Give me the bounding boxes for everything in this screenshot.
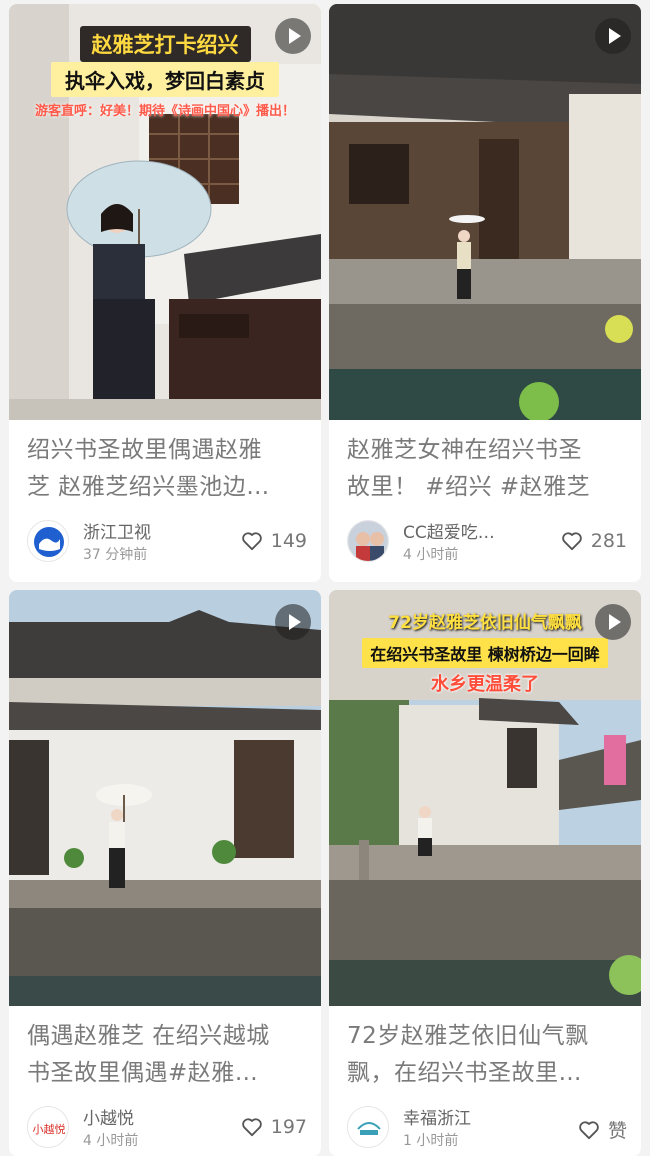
like-button[interactable]: 149 [241,530,307,552]
title-line: 偶遇赵雅芝 在绍兴越城 [27,1023,270,1049]
play-icon[interactable] [275,604,311,640]
video-thumbnail[interactable] [329,4,641,420]
card-meta: 小越悦 小越悦 4 小时前 197 [27,1102,309,1150]
author-avatar[interactable] [347,1106,389,1148]
play-icon[interactable] [595,18,631,54]
play-icon[interactable] [275,18,311,54]
heart-outline-icon [561,532,582,551]
author-avatar[interactable] [27,520,69,562]
like-count: 197 [270,1116,307,1138]
post-time: 4 小时前 [83,1133,139,1149]
like-count: 149 [270,530,307,552]
video-feed-grid: 赵雅芝打卡绍兴 执伞入戏，梦回白素贞 游客直呼：好美！期待《诗画中国心》播出！ … [0,0,650,1156]
overlay-caption-note: 水乡更温柔了 [431,674,539,695]
card-meta: 浙江卫视 37 分钟前 149 [27,516,309,564]
author-avatar[interactable] [347,520,389,562]
title-line: 芝 赵雅芝绍兴墨池边… [27,474,270,500]
title-line: 72岁赵雅芝依旧仙气飘 [347,1023,589,1049]
thumbnail-image [329,4,641,420]
heart-outline-icon [241,532,262,551]
heart-outline-icon [241,1118,262,1137]
card-meta: CC超爱吃… 4 小时前 281 [347,516,629,564]
video-thumbnail[interactable]: 赵雅芝打卡绍兴 执伞入戏，梦回白素贞 游客直呼：好美！期待《诗画中国心》播出！ [9,4,321,420]
video-thumbnail[interactable]: 72岁赵雅芝依旧仙气飘飘 在绍兴书圣故里 楝树桥边一回眸 水乡更温柔了 [329,590,641,1006]
heart-outline-icon [579,1120,599,1139]
video-title[interactable]: 赵雅芝女神在绍兴书圣 故里！ #绍兴 #赵雅芝 [347,432,629,506]
author-name[interactable]: CC超爱吃… [403,518,495,543]
title-line: 书圣故里偶遇#赵雅… [27,1060,259,1086]
video-title[interactable]: 绍兴书圣故里偶遇赵雅 芝 赵雅芝绍兴墨池边… [27,432,309,506]
video-title[interactable]: 72岁赵雅芝依旧仙气飘 飘，在绍兴书圣故里… [347,1018,629,1092]
overlay-caption-subtitle: 在绍兴书圣故里 楝树桥边一回眸 [329,638,641,668]
post-time: 1 小时前 [403,1133,459,1149]
title-line: 绍兴书圣故里偶遇赵雅 [27,437,262,463]
like-button[interactable]: 281 [561,530,627,552]
svg-text:小越悦: 小越悦 [33,1122,66,1136]
card-meta: 幸福浙江 1 小时前 赞 [347,1102,629,1150]
author-avatar[interactable]: 小越悦 [27,1106,69,1148]
author-name[interactable]: 幸福浙江 [403,1104,471,1129]
overlay-caption-title: 赵雅芝打卡绍兴 [9,26,321,62]
title-line: 赵雅芝女神在绍兴书圣 [347,437,582,463]
overlay-caption-note: 游客直呼：好美！期待《诗画中国心》播出！ [34,104,295,119]
title-line: 飘，在绍兴书圣故里… [347,1060,582,1086]
title-line: 故里！ #绍兴 #赵雅芝 [347,474,591,500]
overlay-caption-subtitle: 执伞入戏，梦回白素贞 [9,62,321,97]
like-count: 281 [590,530,627,552]
like-button[interactable]: 赞 [578,1116,627,1143]
post-time: 4 小时前 [403,547,459,563]
like-count: 赞 [607,1120,627,1142]
post-time: 37 分钟前 [83,547,148,563]
video-card[interactable]: 赵雅芝女神在绍兴书圣 故里！ #绍兴 #赵雅芝 CC超爱吃… 4 小时前 281 [329,4,641,582]
video-thumbnail[interactable] [9,590,321,1006]
video-card[interactable]: 偶遇赵雅芝 在绍兴越城 书圣故里偶遇#赵雅… 小越悦 小越悦 4 小时前 197 [9,590,321,1156]
thumbnail-image [9,590,321,1006]
video-card[interactable]: 72岁赵雅芝依旧仙气飘飘 在绍兴书圣故里 楝树桥边一回眸 水乡更温柔了 72岁赵… [329,590,641,1156]
author-name[interactable]: 小越悦 [83,1104,134,1129]
video-title[interactable]: 偶遇赵雅芝 在绍兴越城 书圣故里偶遇#赵雅… [27,1018,309,1092]
author-name[interactable]: 浙江卫视 [83,518,151,543]
video-card[interactable]: 赵雅芝打卡绍兴 执伞入戏，梦回白素贞 游客直呼：好美！期待《诗画中国心》播出！ … [9,4,321,582]
like-button[interactable]: 197 [241,1116,307,1138]
play-icon[interactable] [595,604,631,640]
